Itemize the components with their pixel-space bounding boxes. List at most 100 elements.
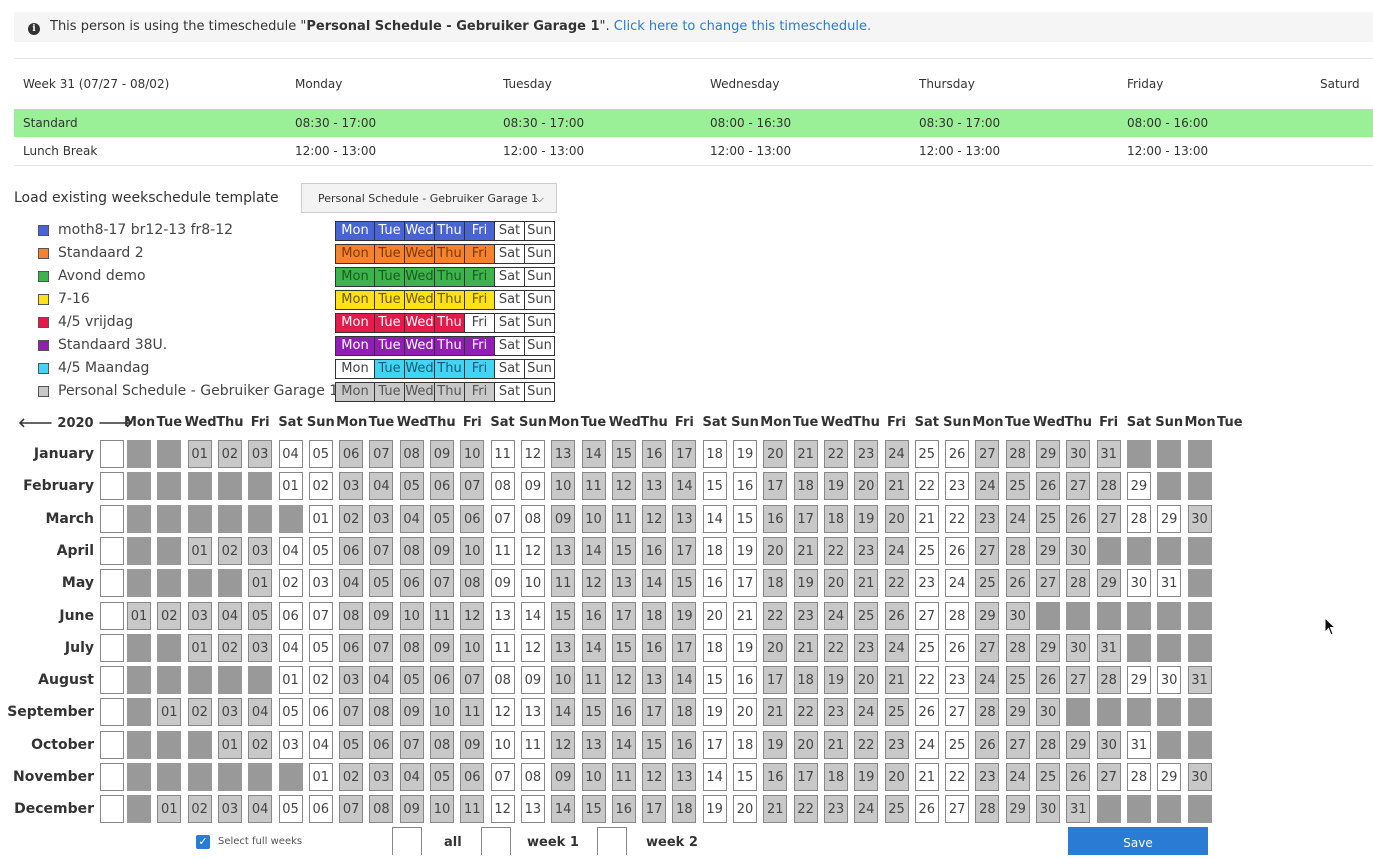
calendar-day[interactable]: 19 — [733, 536, 757, 565]
calendar-day[interactable]: 12 — [611, 472, 636, 501]
calendar-day[interactable]: 06 — [339, 536, 364, 565]
arrow-left-icon[interactable]: 🡐 — [18, 416, 53, 431]
calendar-day[interactable]: 25 — [1036, 504, 1060, 533]
calendar-day[interactable]: 13 — [581, 730, 606, 759]
calendar-day[interactable]: 19 — [702, 698, 727, 727]
calendar-day[interactable]: 23 — [854, 633, 879, 662]
calendar-day[interactable]: 19 — [793, 569, 818, 598]
calendar-day[interactable]: 17 — [793, 504, 818, 533]
calendar-day[interactable]: 16 — [763, 504, 788, 533]
calendar-day[interactable]: 31 — [1096, 633, 1121, 662]
calendar-day[interactable]: 26 — [945, 536, 970, 565]
calendar-day[interactable]: 30 — [1036, 795, 1060, 824]
calendar-day[interactable]: 13 — [551, 536, 576, 565]
calendar-day[interactable]: 14 — [642, 569, 667, 598]
calendar-day[interactable]: 06 — [430, 472, 454, 501]
calendar-day[interactable]: 23 — [975, 763, 1000, 791]
calendar-day[interactable]: 04 — [369, 472, 394, 501]
calendar-day[interactable]: 15 — [611, 633, 636, 662]
month-select-box[interactable] — [100, 569, 124, 598]
calendar-day[interactable]: 09 — [430, 440, 454, 468]
calendar-day[interactable]: 27 — [975, 440, 1000, 468]
calendar-day[interactable]: 26 — [1036, 666, 1060, 695]
month-select-box[interactable] — [100, 698, 124, 727]
calendar-day[interactable]: 11 — [520, 730, 545, 759]
change-timeschedule-link[interactable]: Click here to change this timeschedule. — [614, 19, 871, 34]
calendar-day[interactable]: 17 — [763, 472, 788, 501]
calendar-day[interactable]: 15 — [581, 795, 606, 824]
calendar-day[interactable]: 19 — [672, 601, 697, 630]
calendar-day[interactable]: 24 — [1005, 504, 1030, 533]
calendar-day[interactable]: 14 — [551, 795, 576, 824]
calendar-day[interactable]: 20 — [702, 601, 727, 630]
calendar-day[interactable]: 30 — [1066, 440, 1091, 468]
month-select-box[interactable] — [100, 795, 124, 824]
calendar-day[interactable]: 26 — [1036, 472, 1060, 501]
template-days[interactable]: Mon Tue Wed Thu Fri Sat Sun — [335, 382, 555, 402]
calendar-day[interactable]: 10 — [399, 601, 424, 630]
calendar-day[interactable]: 13 — [672, 504, 697, 533]
calendar-day[interactable]: 04 — [278, 440, 303, 468]
calendar-day[interactable]: 21 — [763, 698, 788, 727]
calendar-day[interactable]: 04 — [339, 569, 364, 598]
calendar-day[interactable]: 13 — [551, 633, 576, 662]
calendar-day[interactable]: 16 — [763, 763, 788, 791]
calendar-day[interactable]: 18 — [823, 763, 848, 791]
calendar-day[interactable]: 06 — [308, 698, 333, 727]
calendar-day[interactable]: 01 — [278, 666, 303, 695]
calendar-day[interactable]: 18 — [702, 633, 727, 662]
calendar-day[interactable]: 29 — [1036, 633, 1060, 662]
calendar-day[interactable]: 16 — [581, 601, 606, 630]
calendar-day[interactable]: 20 — [763, 440, 788, 468]
calendar-day[interactable]: 21 — [793, 536, 818, 565]
calendar-day[interactable]: 26 — [975, 730, 1000, 759]
month-select-box[interactable] — [100, 472, 124, 501]
calendar-day[interactable]: 02 — [187, 795, 212, 824]
calendar-day[interactable]: 28 — [1005, 633, 1030, 662]
calendar-day[interactable]: 26 — [945, 440, 970, 468]
calendar-day[interactable]: 27 — [1066, 472, 1091, 501]
calendar-day[interactable]: 21 — [884, 472, 909, 501]
calendar-day[interactable]: 29 — [1126, 472, 1151, 501]
calendar-day[interactable]: 29 — [1036, 440, 1060, 468]
calendar-day[interactable]: 03 — [217, 698, 242, 727]
calendar-day[interactable]: 01 — [187, 633, 212, 662]
calendar-day[interactable]: 28 — [1005, 536, 1030, 565]
calendar-day[interactable]: 08 — [490, 472, 515, 501]
calendar-day[interactable]: 10 — [520, 569, 545, 598]
calendar-day[interactable]: 09 — [399, 795, 424, 824]
calendar-day[interactable]: 18 — [642, 601, 667, 630]
calendar-day[interactable]: 29 — [1126, 666, 1151, 695]
calendar-day[interactable]: 09 — [369, 601, 394, 630]
month-select-box[interactable] — [100, 601, 124, 630]
calendar-day[interactable]: 24 — [975, 666, 1000, 695]
calendar-day[interactable]: 24 — [914, 730, 939, 759]
calendar-day[interactable]: 29 — [1005, 795, 1030, 824]
calendar-day[interactable]: 24 — [884, 440, 909, 468]
calendar-day[interactable]: 10 — [551, 666, 576, 695]
calendar-day[interactable]: 26 — [914, 698, 939, 727]
calendar-day[interactable]: 28 — [975, 698, 1000, 727]
calendar-day[interactable]: 03 — [339, 666, 364, 695]
calendar-day[interactable]: 17 — [672, 633, 697, 662]
calendar-day[interactable]: 05 — [278, 698, 303, 727]
calendar-day[interactable]: 19 — [854, 763, 879, 791]
template-days[interactable]: Mon Tue Wed Thu Fri Sat Sun — [335, 336, 555, 356]
calendar-day[interactable]: 12 — [490, 698, 515, 727]
select-week1-box[interactable] — [481, 827, 511, 855]
calendar-day[interactable]: 31 — [1187, 666, 1212, 695]
calendar-day[interactable]: 23 — [823, 698, 848, 727]
calendar-day[interactable]: 07 — [430, 569, 454, 598]
calendar-day[interactable]: 15 — [733, 504, 757, 533]
calendar-day[interactable]: 05 — [399, 472, 424, 501]
calendar-day[interactable]: 11 — [581, 472, 606, 501]
calendar-day[interactable]: 21 — [854, 569, 879, 598]
calendar-day[interactable]: 25 — [1005, 666, 1030, 695]
calendar-day[interactable]: 25 — [914, 440, 939, 468]
calendar-day[interactable]: 17 — [702, 730, 727, 759]
calendar-day[interactable]: 21 — [914, 504, 939, 533]
calendar-day[interactable]: 24 — [854, 698, 879, 727]
calendar-day[interactable]: 14 — [672, 666, 697, 695]
calendar-day[interactable]: 01 — [127, 601, 151, 630]
calendar-day[interactable]: 14 — [611, 730, 636, 759]
